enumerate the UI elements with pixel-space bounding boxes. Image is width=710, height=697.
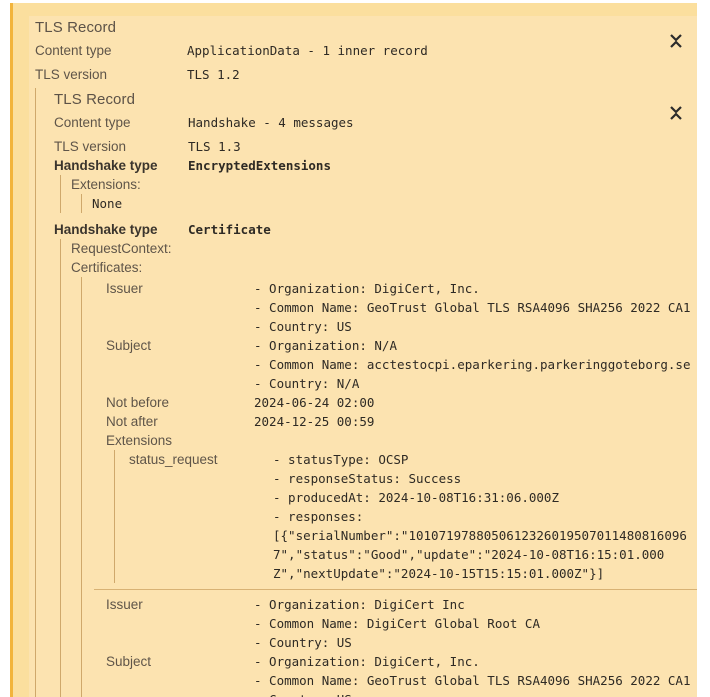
certificate-entry: Issuer - Organization: DigiCert Inc - Co… [94,590,697,697]
handshake-type-certificate: Handshake type Certificate [48,220,697,239]
outer-field-content-type-value: ApplicationData - 1 inner record [187,43,428,58]
request-context-label: RequestContext: [71,241,172,256]
collapse-chevrons-icon[interactable] [669,32,683,50]
outer-field-tls-version: TLS version TLS 1.2 [29,65,697,84]
cert1-issuer-row: Issuer - Organization: DigiCert, Inc. - … [94,279,697,336]
inner-field-tls-version: TLS version TLS 1.3 [48,137,697,156]
cert1-extension-status-request: status_request - statusType: OCSP - resp… [125,450,697,583]
cert1-not-after-label: Not after [106,414,158,429]
inner-record-title: TLS Record [54,91,136,108]
cert2-subject-row: Subject - Organization: DigiCert, Inc. -… [94,652,697,697]
cert2-subject-country: - Country: US [254,690,691,697]
certificates-label: Certificates: [71,260,143,275]
outer-field-tls-version-label: TLS version [35,67,108,82]
cert1-not-after-value: 2024-12-25 00:59 [254,414,375,429]
tls-record-outer-panel: TLS Record Content type ApplicationData … [10,3,697,697]
handshake-type-label-1: Handshake type [54,158,158,173]
cert1-issuer-country: - Country: US [254,319,352,334]
outer-field-tls-version-value: TLS 1.2 [187,67,240,82]
cert1-ext-produced-at: - producedAt: 2024-10-08T16:31:06.000Z [273,490,559,505]
cert1-extension-name: status_request [129,452,218,467]
cert2-subject-values: - Organization: DigiCert, Inc. - Common … [254,652,691,697]
cert1-subject-label: Subject [106,338,152,353]
handshake-2-body: RequestContext: Certificates: Issuer - O… [60,239,697,697]
cert1-subject-cn: - Common Name: acctestocpi.eparkering.pa… [254,357,691,372]
cert1-issuer-org: - Organization: DigiCert, Inc. [254,281,480,296]
inner-field-content-type: Content type Handshake - 4 messages [48,113,697,132]
extensions-none-value-1: None [92,196,123,211]
cert1-issuer-values: - Organization: DigiCert, Inc. - Common … [254,279,691,336]
certificate-list: Issuer - Organization: DigiCert, Inc. - … [81,277,697,697]
outer-record-title: TLS Record [35,19,117,36]
cert1-subject-org: - Organization: N/A [254,338,397,353]
outer-field-content-type-label: Content type [35,43,112,58]
outer-field-content-type: Content type ApplicationData - 1 inner r… [29,41,697,60]
cert2-issuer-row: Issuer - Organization: DigiCert Inc - Co… [94,595,697,652]
extensions-label-1: Extensions: [71,177,141,192]
cert2-issuer-cn: - Common Name: DigiCert Global Root CA [254,616,540,631]
cert1-subject-country: - Country: N/A [254,376,360,391]
cert1-subject-row: Subject - Organization: N/A - Common Nam… [94,336,697,393]
certificate-entry: Issuer - Organization: DigiCert, Inc. - … [94,277,697,590]
handshake-type-encrypted-extensions: Handshake type EncryptedExtensions [48,156,697,175]
cert1-issuer-label: Issuer [106,281,143,296]
cert2-subject-label: Subject [106,654,152,669]
cert1-ext-status-type: - statusType: OCSP [273,452,409,467]
cert1-subject-values: - Organization: N/A - Common Name: accte… [254,336,691,393]
cert2-issuer-label: Issuer [106,597,143,612]
cert1-extensions-body: status_request - statusType: OCSP - resp… [114,450,697,583]
cert1-ext-responses-label: - responses: [273,509,364,524]
cert1-not-before-row: Not before 2024-06-24 02:00 [94,393,697,412]
cert1-extensions-label: Extensions [106,433,173,448]
inner-field-content-type-label: Content type [54,115,131,130]
cert2-issuer-country: - Country: US [254,635,352,650]
inner-field-tls-version-value: TLS 1.3 [188,139,241,154]
inner-field-tls-version-label: TLS version [54,139,127,154]
cert1-not-before-value: 2024-06-24 02:00 [254,395,375,410]
handshake-type-value-2: Certificate [188,222,271,237]
cert2-issuer-values: - Organization: DigiCert Inc - Common Na… [254,595,540,652]
collapse-chevrons-icon[interactable] [669,104,683,122]
cert1-ext-response-status: - responseStatus: Success [273,471,462,486]
cert1-ext-responses-json: [{"serialNumber":"1010719788050612326019… [273,528,687,581]
cert1-issuer-cn: - Common Name: GeoTrust Global TLS RSA40… [254,300,691,315]
tls-record-outer-content: TLS Record Content type ApplicationData … [29,16,697,697]
inner-field-content-type-value: Handshake - 4 messages [188,115,354,130]
tls-record-outer: TLS Record Content type ApplicationData … [29,16,697,697]
extensions-none-wrap-1: None [81,194,697,213]
cert2-issuer-org: - Organization: DigiCert Inc [254,597,465,612]
handshake-1-body: Extensions: None [60,175,697,213]
cert1-not-after-row: Not after 2024-12-25 00:59 [94,412,697,431]
cert2-subject-cn: - Common Name: GeoTrust Global TLS RSA40… [254,673,691,688]
cert1-not-before-label: Not before [106,395,170,410]
cert1-extension-values: - statusType: OCSP - responseStatus: Suc… [273,450,697,583]
tls-record-inner: TLS Record Content type Handshake - 4 me… [35,88,697,697]
cert2-subject-org: - Organization: DigiCert, Inc. [254,654,480,669]
handshake-type-value-1: EncryptedExtensions [188,158,331,173]
handshake-type-label-2: Handshake type [54,222,158,237]
